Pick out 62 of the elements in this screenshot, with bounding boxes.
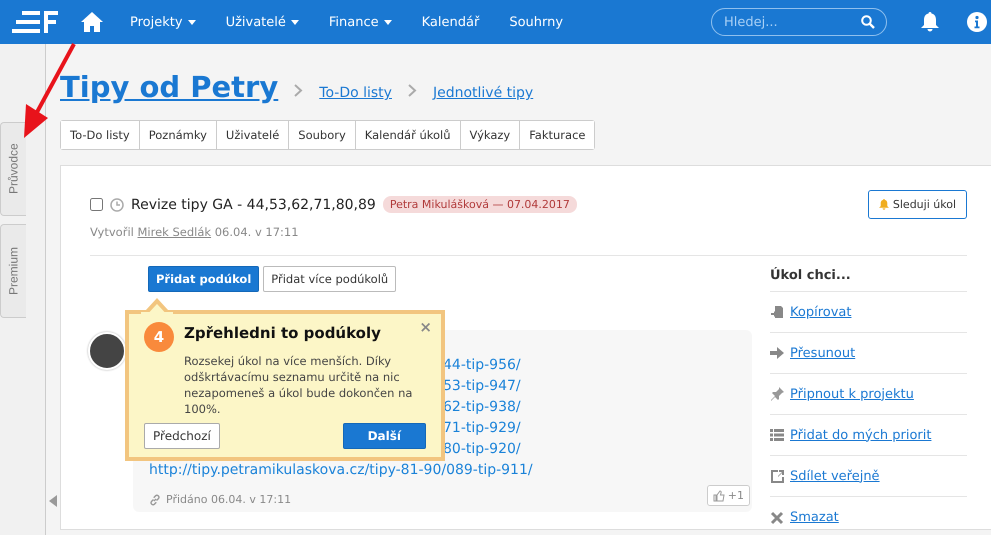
popover-text: Rozsekej úkol na více menších. Díky odškrtávacímu seznamu určitě na nic nezapomeneš a úkol bude dokončen na 100%.: [184, 353, 414, 417]
comment-link[interactable]: 71-tip-929/: [443, 419, 521, 438]
comment-link[interactable]: 53-tip-947/: [443, 377, 521, 396]
creator-link[interactable]: Mirek Sedlák: [138, 225, 212, 239]
caret-icon: [384, 20, 392, 24]
list-icon: [770, 428, 784, 442]
action-link[interactable]: Přesunout: [790, 346, 856, 360]
caret-icon: [188, 20, 196, 24]
nav-menu-item[interactable]: Projekty: [130, 14, 196, 30]
action-link[interactable]: Sdílet veřejně: [790, 468, 880, 484]
action-link[interactable]: Přidat do mých priorit: [790, 428, 932, 442]
created-info: Vytvořil Mirek Sedlák 06.04. v 17:11: [90, 225, 300, 239]
bell-icon[interactable]: [921, 12, 939, 32]
task-title: Revize tipy GA - 44,53,62,71,80,89: [131, 196, 376, 212]
added-time: Přidáno 06.04. v 17:11: [166, 493, 292, 506]
action-link[interactable]: Smazat: [790, 510, 839, 525]
comment-link[interactable]: 44-tip-956/: [443, 356, 521, 375]
like-button[interactable]: +1: [706, 485, 750, 506]
page-title-link[interactable]: Tipy od Petry: [60, 70, 278, 104]
breadcrumb-link[interactable]: Jednotlivé tipy: [432, 85, 534, 101]
nav-menu-item[interactable]: Finance: [328, 14, 392, 30]
close-button[interactable]: ×: [419, 318, 432, 336]
action-link[interactable]: Kopírovat: [790, 304, 852, 320]
bell-icon: [878, 199, 889, 210]
side-tab[interactable]: Premium: [0, 224, 26, 318]
chevron-icon: [294, 84, 304, 97]
add-subtask-button[interactable]: Přidat podúkol: [148, 266, 260, 292]
copy-icon: [770, 305, 784, 319]
breadcrumb-link[interactable]: To-Do listy: [319, 85, 392, 101]
previous-button[interactable]: Předchozí: [144, 423, 220, 449]
follow-button[interactable]: Sleduji úkol: [868, 190, 967, 219]
clock-icon: [110, 198, 124, 212]
share-icon: [770, 469, 784, 483]
task-checkbox[interactable]: [90, 198, 103, 211]
actions-title: Úkol chci...: [770, 268, 967, 292]
chevron-icon: [408, 84, 417, 97]
close-icon: [770, 510, 784, 524]
next-button[interactable]: Další: [342, 423, 426, 449]
side-tab[interactable]: Průvodce: [0, 122, 26, 216]
add-multiple-subtasks-button[interactable]: Přidat více podúkolů: [263, 266, 396, 292]
pin-icon: [770, 387, 784, 401]
search-field[interactable]: Hledej...: [711, 8, 887, 36]
avatar-placeholder: [88, 332, 126, 370]
comment-link[interactable]: http://tipy.petramikulaskova.cz/tipy-81-90/089-tip-911/: [149, 461, 533, 480]
info-icon[interactable]: [967, 12, 987, 32]
search-icon[interactable]: [861, 15, 875, 29]
nav-menu-item[interactable]: Souhrny: [509, 14, 564, 30]
thumbs-up-icon: [712, 490, 725, 502]
action-link[interactable]: Připnout k projektu: [790, 386, 914, 402]
link-icon: [149, 494, 161, 506]
step-number: 4: [144, 322, 174, 352]
tab[interactable]: To-Do listy: [61, 121, 140, 149]
home-icon[interactable]: [80, 10, 104, 34]
collapse-arrow-icon[interactable]: [49, 495, 57, 507]
nav-menu-item[interactable]: Kalendář: [422, 14, 480, 30]
assignee-badge: Petra Mikulášková — 07.04.2017: [382, 196, 577, 213]
popover-title: Zpřehledni to podúkoly: [184, 324, 382, 344]
comment-link[interactable]: 80-tip-920/: [443, 440, 521, 459]
arrow-icon: [770, 346, 784, 360]
comment-link[interactable]: 62-tip-938/: [443, 398, 521, 417]
caret-icon: [290, 20, 299, 24]
nav-menu-item[interactable]: Uživatelé: [226, 14, 299, 30]
